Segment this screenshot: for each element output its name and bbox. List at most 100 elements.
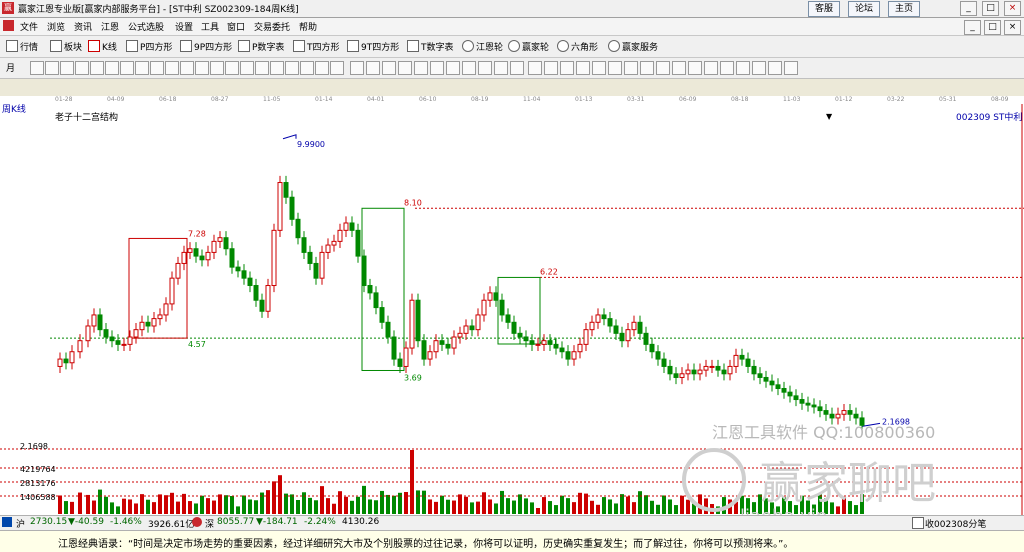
drawing-tool-button[interactable] xyxy=(430,61,444,75)
drawing-tool-button[interactable] xyxy=(446,61,460,75)
menu-gann[interactable]: 江恩 xyxy=(101,20,119,33)
volume-bar xyxy=(254,500,258,514)
drawing-tool-button[interactable] xyxy=(60,61,74,75)
candle-body xyxy=(367,285,373,294)
drawing-tool-button[interactable] xyxy=(90,61,104,75)
menu-browse[interactable]: 浏览 xyxy=(47,20,65,33)
drawing-tool-button[interactable] xyxy=(704,61,718,75)
menu-file[interactable]: 文件 xyxy=(20,20,38,33)
volume-bar xyxy=(368,499,372,514)
toolbar-gann-wheel[interactable]: 江恩轮 xyxy=(462,40,503,53)
drawing-tool-button[interactable] xyxy=(576,61,590,75)
menu-settings[interactable]: 设置 xyxy=(175,20,193,33)
menu-formula-select[interactable]: 公式选股 xyxy=(128,20,164,33)
mdi-restore-button[interactable]: □ xyxy=(984,20,1001,35)
candle-body xyxy=(115,340,121,345)
close-window-button[interactable]: × xyxy=(1004,1,1021,16)
drawing-tool-button[interactable] xyxy=(195,61,209,75)
drawing-tool-button[interactable] xyxy=(45,61,59,75)
drawing-tool-button[interactable] xyxy=(544,61,558,75)
drawing-tool-button[interactable] xyxy=(720,61,734,75)
drawing-tool-button[interactable] xyxy=(350,61,364,75)
drawing-tool-button[interactable] xyxy=(120,61,134,75)
toolbar-t-table[interactable]: T数字表 xyxy=(407,40,454,53)
drawing-tool-button[interactable] xyxy=(640,61,654,75)
mdi-minimize-button[interactable]: _ xyxy=(964,20,981,35)
drawing-tool-button[interactable] xyxy=(528,61,542,75)
drawing-tool-button[interactable] xyxy=(752,61,766,75)
menu-tools[interactable]: 工具 xyxy=(201,20,219,33)
sh-index-pct: -1.46% xyxy=(110,517,142,527)
candle-body xyxy=(295,218,301,239)
toolbar-9p-square[interactable]: 9P四方形 xyxy=(180,40,232,53)
drawing-tool-button[interactable] xyxy=(270,61,284,75)
drawing-tool-button[interactable] xyxy=(180,61,194,75)
drawing-tool-button[interactable] xyxy=(462,61,476,75)
drawing-tool-button[interactable] xyxy=(768,61,782,75)
drawing-tool-button[interactable] xyxy=(315,61,329,75)
menu-help[interactable]: 帮助 xyxy=(299,20,317,33)
toolbar-p-table[interactable]: P数字表 xyxy=(238,40,284,53)
toolbar-quote[interactable]: 行情 xyxy=(6,40,38,53)
minimize-window-button[interactable]: _ xyxy=(960,1,977,16)
homepage-button[interactable]: 主页 xyxy=(888,1,921,17)
candle-body xyxy=(205,251,211,261)
drawing-tool-button[interactable] xyxy=(592,61,606,75)
candle-body xyxy=(757,373,763,378)
drawing-tool-button[interactable] xyxy=(135,61,149,75)
drawing-tool-button[interactable] xyxy=(414,61,428,75)
drawing-tool-button[interactable] xyxy=(478,61,492,75)
toolbar-p-square[interactable]: P四方形 xyxy=(126,40,172,53)
drawing-tool-button[interactable] xyxy=(240,61,254,75)
drawing-tool-button[interactable] xyxy=(75,61,89,75)
drawing-tool-button[interactable] xyxy=(150,61,164,75)
drawing-tool-button[interactable] xyxy=(210,61,224,75)
drawing-tool-button[interactable] xyxy=(382,61,396,75)
toolbar-t-square[interactable]: T四方形 xyxy=(293,40,340,53)
toolbar-winner-service[interactable]: 赢家服务 xyxy=(608,40,658,53)
toolbar-hexagon[interactable]: 六角形 xyxy=(557,40,598,53)
candle-body xyxy=(787,391,793,397)
drawing-tool-button[interactable] xyxy=(672,61,686,75)
drawing-tool-button[interactable] xyxy=(105,61,119,75)
drawing-tool-button[interactable] xyxy=(165,61,179,75)
kline-chart[interactable]: 8.107.286.224.574.413.699.99002.16982.16… xyxy=(0,100,1024,516)
period-selector[interactable]: 月 xyxy=(6,61,15,74)
volume-bar xyxy=(686,499,690,514)
mdi-close-button[interactable]: × xyxy=(1004,20,1021,35)
drawing-tool-button[interactable] xyxy=(510,61,524,75)
customer-service-button[interactable]: 客服 xyxy=(808,1,841,17)
drawing-tool-button[interactable] xyxy=(285,61,299,75)
toolbar-kline[interactable]: K线 xyxy=(88,40,117,53)
drawing-tool-button[interactable] xyxy=(560,61,574,75)
drawing-tool-button[interactable] xyxy=(30,61,44,75)
status-right-text[interactable]: 收002308分笔 xyxy=(925,517,986,530)
drawing-tool-button[interactable] xyxy=(784,61,798,75)
drawing-tool-button[interactable] xyxy=(608,61,622,75)
drawing-tool-button[interactable] xyxy=(300,61,314,75)
drawing-tool-button[interactable] xyxy=(366,61,380,75)
drawing-tool-button[interactable] xyxy=(656,61,670,75)
drawing-tool-button[interactable] xyxy=(736,61,750,75)
chart-panel[interactable]: 8.107.286.224.574.413.699.99002.16982.16… xyxy=(0,100,1024,516)
menu-trade[interactable]: 交易委托 xyxy=(254,20,290,33)
drawing-tool-button[interactable] xyxy=(398,61,412,75)
toolbar-sector[interactable]: 板块 xyxy=(50,40,82,53)
toolbar-9t-square[interactable]: 9T四方形 xyxy=(347,40,399,53)
maximize-window-button[interactable]: □ xyxy=(982,1,999,16)
forum-button[interactable]: 论坛 xyxy=(848,1,881,17)
dropdown-arrow-icon[interactable]: ▼ xyxy=(826,112,832,121)
menu-window[interactable]: 窗口 xyxy=(227,20,245,33)
menu-info[interactable]: 资讯 xyxy=(74,20,92,33)
app-menu-icon[interactable] xyxy=(3,20,14,31)
drawing-tool-button[interactable] xyxy=(225,61,239,75)
candle-body xyxy=(667,365,673,375)
candle-body xyxy=(463,325,469,334)
sh-index-amount: 3926.61亿 xyxy=(148,520,195,530)
drawing-tool-button[interactable] xyxy=(624,61,638,75)
drawing-tool-button[interactable] xyxy=(494,61,508,75)
toolbar-winner-wheel[interactable]: 赢家轮 xyxy=(508,40,549,53)
drawing-tool-button[interactable] xyxy=(688,61,702,75)
drawing-tool-button[interactable] xyxy=(255,61,269,75)
drawing-tool-button[interactable] xyxy=(330,61,344,75)
